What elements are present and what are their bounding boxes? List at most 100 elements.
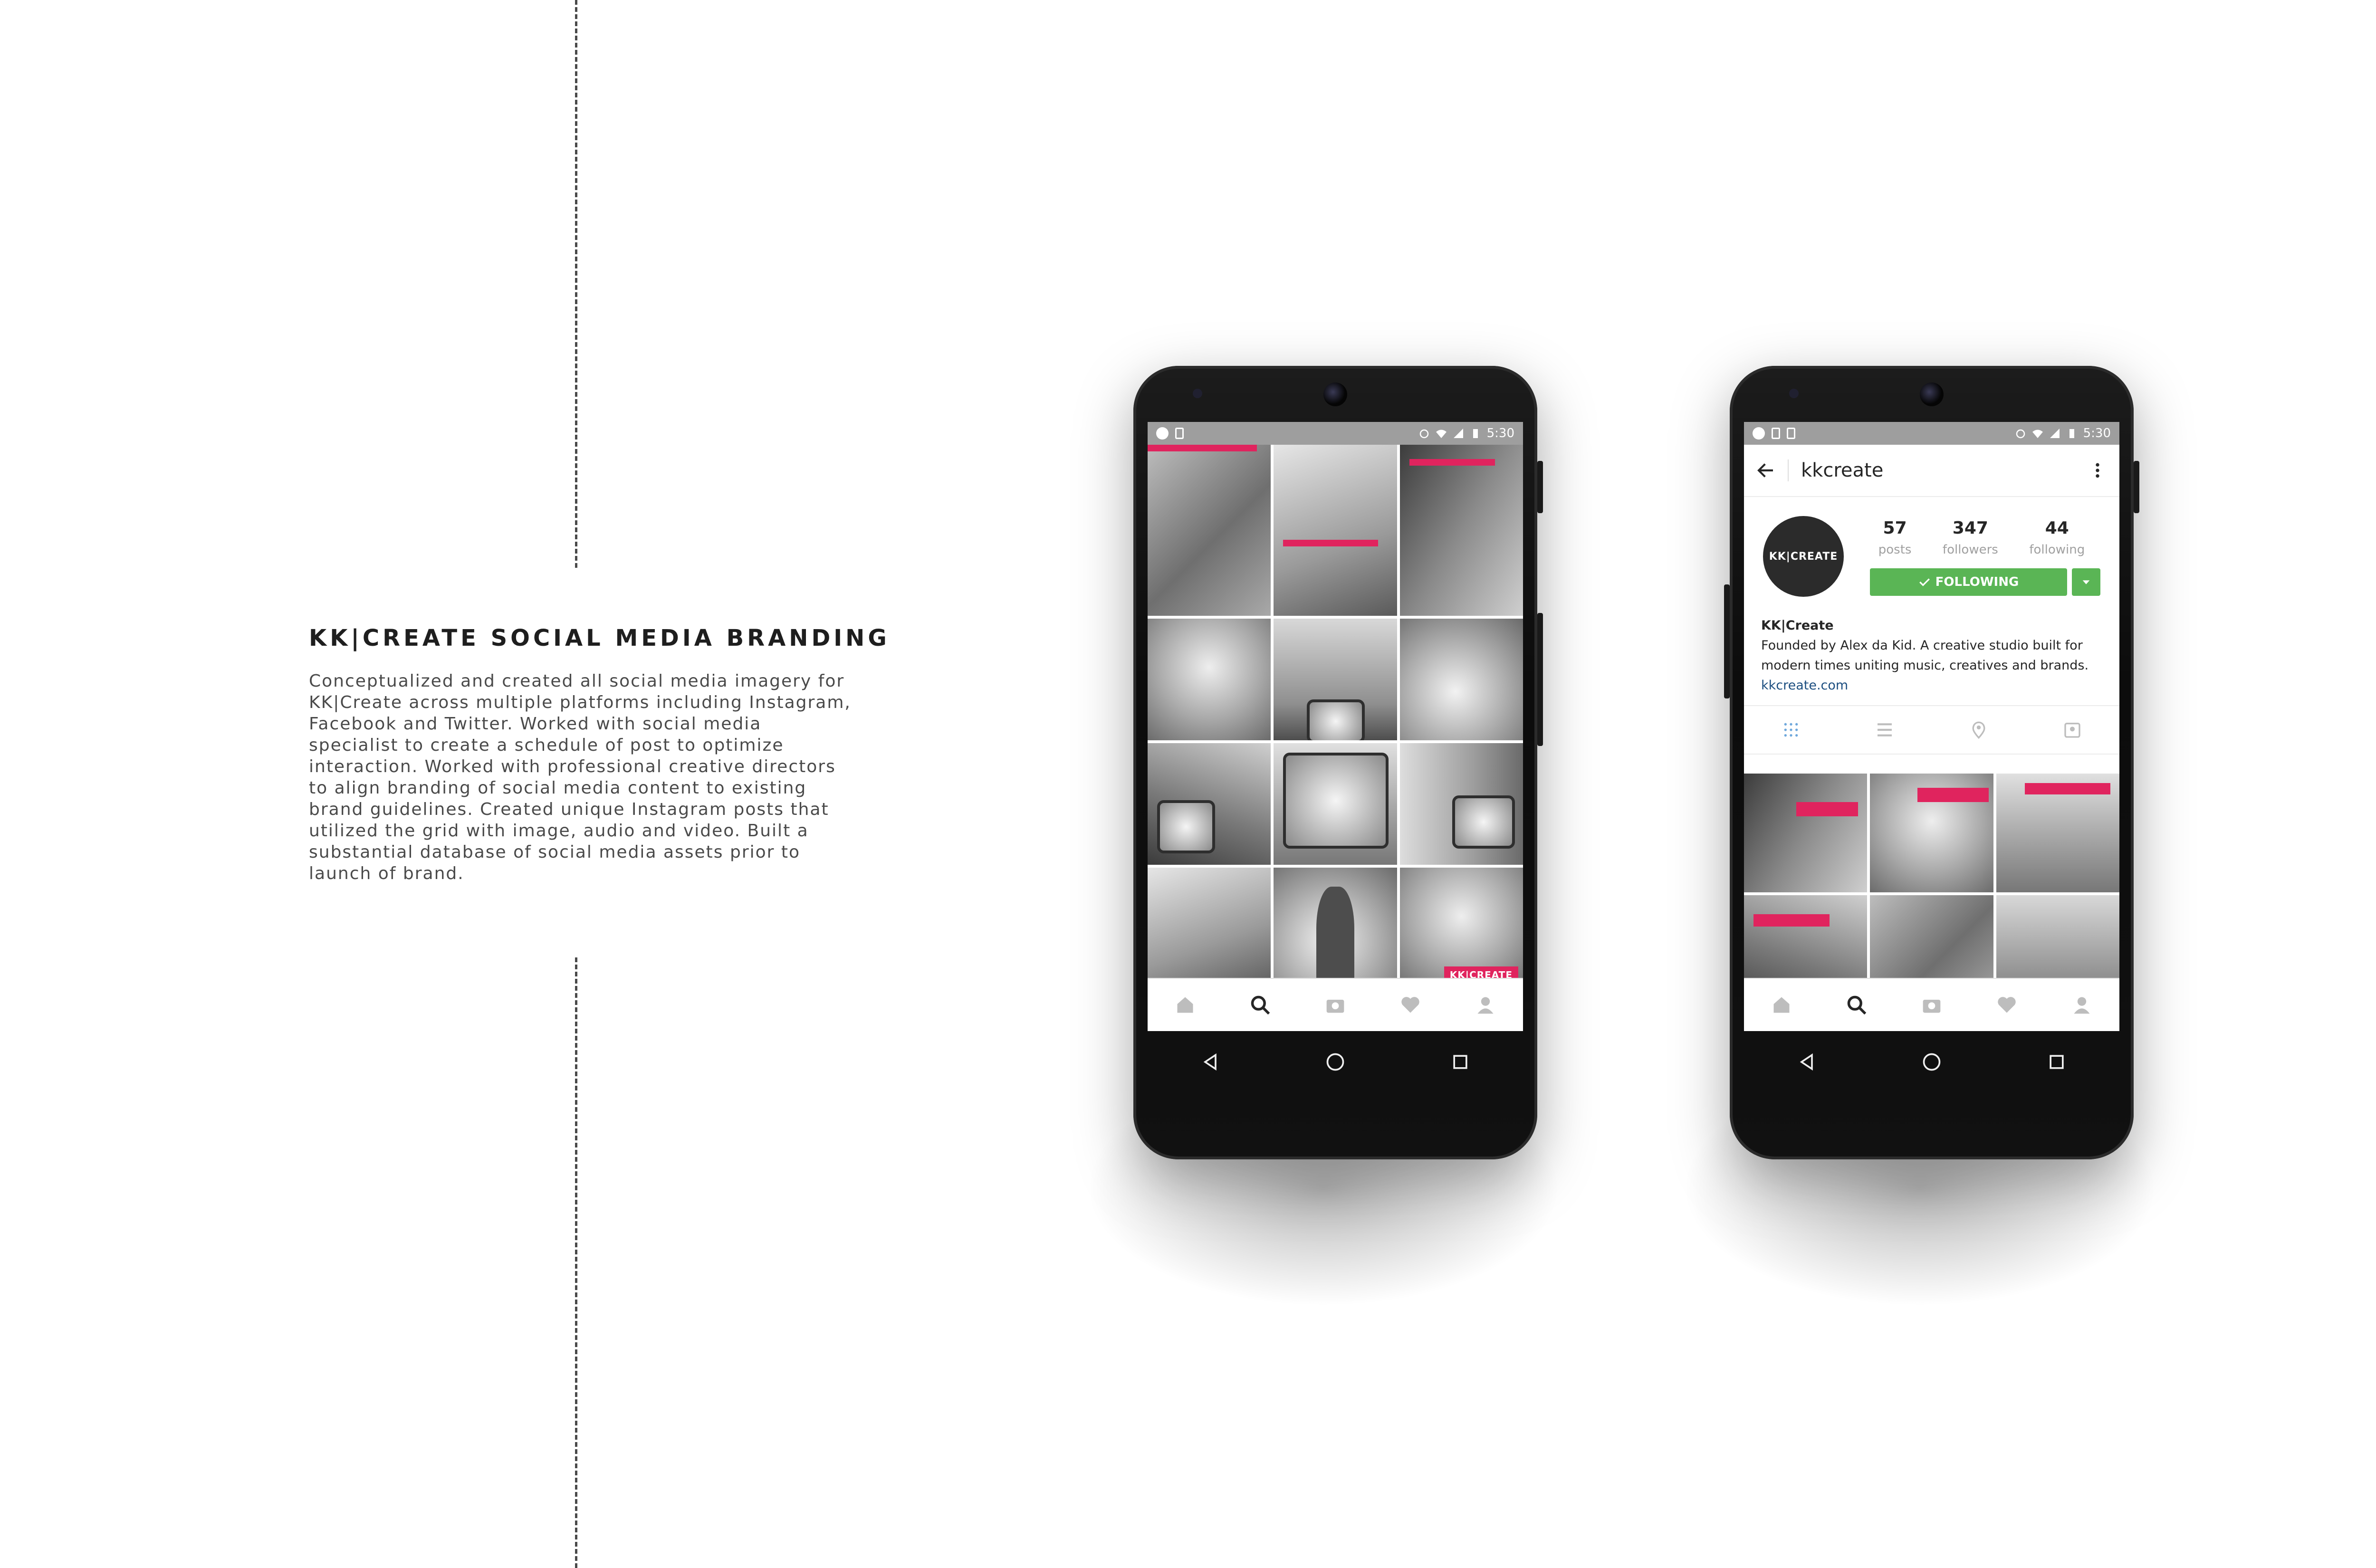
grid-post[interactable] bbox=[1399, 743, 1523, 865]
bio-text: Founded by Alex da Kid. A creative studi… bbox=[1761, 638, 2089, 673]
status-time: 5:30 bbox=[2083, 426, 2111, 440]
home-icon[interactable] bbox=[1767, 991, 1796, 1019]
back-icon[interactable] bbox=[1796, 1052, 1817, 1072]
home-button-icon[interactable] bbox=[1921, 1052, 1942, 1072]
stat-value: 44 bbox=[2045, 518, 2069, 538]
signal-icon bbox=[2050, 429, 2060, 438]
chevron-down-icon bbox=[2082, 580, 2090, 584]
power-button bbox=[1537, 461, 1543, 513]
grid-post[interactable] bbox=[1274, 743, 1397, 865]
stat-label: posts bbox=[1878, 543, 1912, 557]
heart-icon[interactable] bbox=[1993, 991, 2021, 1019]
tv-illustration bbox=[1307, 699, 1365, 740]
grid-post[interactable] bbox=[1148, 619, 1271, 740]
child-figure bbox=[1316, 887, 1355, 989]
list-icon[interactable] bbox=[1875, 720, 1894, 739]
spotify-icon bbox=[1156, 427, 1169, 440]
checkmark-icon bbox=[1919, 578, 1930, 586]
project-description: Conceptualized and created all social me… bbox=[309, 671, 851, 883]
more-options-icon[interactable] bbox=[2088, 461, 2107, 480]
profile-post-grid bbox=[1744, 774, 2119, 1014]
proximity-sensor bbox=[1789, 389, 1799, 398]
back-arrow-icon[interactable] bbox=[1756, 461, 1775, 480]
grid-icon[interactable] bbox=[1782, 720, 1801, 739]
stat-following[interactable]: 44 following bbox=[2029, 518, 2085, 557]
battery-icon bbox=[2069, 429, 2074, 438]
heart-icon[interactable] bbox=[1396, 991, 1425, 1019]
project-title: KK|CREATE SOCIAL MEDIA BRANDING bbox=[309, 625, 890, 651]
tv-illustration bbox=[1283, 753, 1389, 849]
grid-post[interactable] bbox=[1399, 619, 1523, 740]
status-bar: 5:30 bbox=[1744, 422, 2119, 445]
wifi-icon bbox=[1436, 430, 1447, 438]
explore-grid: KK|CREATE bbox=[1148, 445, 1523, 989]
profile-icon[interactable] bbox=[1471, 991, 1500, 1019]
dashed-divider-top bbox=[575, 0, 577, 568]
stat-followers[interactable]: 347 followers bbox=[1943, 518, 1998, 557]
grid-post[interactable]: KK|CREATE bbox=[1399, 868, 1523, 989]
sim-icon bbox=[1787, 428, 1795, 439]
home-button-icon[interactable] bbox=[1325, 1052, 1346, 1072]
explore-screen: 5:30 KK|CREATE bbox=[1148, 422, 1523, 1031]
avatar[interactable]: KK|CREATE bbox=[1763, 516, 1844, 597]
profile-stats: 57 posts 347 followers 44 following bbox=[1863, 518, 2100, 557]
grid-post[interactable] bbox=[1148, 868, 1271, 989]
grid-post[interactable] bbox=[1274, 445, 1397, 616]
profile-app-bar: kkcreate bbox=[1744, 445, 2119, 497]
signal-icon bbox=[1453, 429, 1463, 438]
stat-value: 57 bbox=[1883, 518, 1907, 538]
camera-icon[interactable] bbox=[1917, 991, 1946, 1019]
profile-header: KK|CREATE 57 posts 347 followers 44 foll… bbox=[1744, 497, 2119, 616]
tv-illustration bbox=[1452, 795, 1515, 849]
grid-post[interactable] bbox=[1399, 445, 1523, 616]
sim-icon bbox=[1175, 428, 1184, 439]
bio-name: KK|Create bbox=[1761, 618, 1834, 633]
grid-post[interactable] bbox=[1274, 619, 1397, 740]
alarm-icon bbox=[2016, 429, 2025, 439]
stat-label: followers bbox=[1942, 543, 1998, 557]
recents-icon[interactable] bbox=[2046, 1052, 2067, 1072]
power-button bbox=[2134, 461, 2139, 513]
location-icon[interactable] bbox=[1969, 720, 1988, 739]
front-camera bbox=[1323, 382, 1347, 406]
follow-dropdown-button[interactable] bbox=[2072, 568, 2100, 596]
volume-button bbox=[1724, 584, 1730, 698]
wifi-icon bbox=[2032, 430, 2043, 438]
project-info: KK|CREATE SOCIAL MEDIA BRANDING Conceptu… bbox=[309, 625, 903, 884]
profile-screen: 5:30 kkcreate KK|CREATE 57 posts 347 fol… bbox=[1744, 422, 2119, 1031]
grid-post[interactable] bbox=[1744, 774, 1868, 892]
home-icon[interactable] bbox=[1171, 991, 1199, 1019]
bottom-nav bbox=[1148, 978, 1523, 1031]
search-icon[interactable] bbox=[1246, 991, 1274, 1019]
proximity-sensor bbox=[1193, 389, 1202, 398]
following-button-label: FOLLOWING bbox=[1935, 575, 2019, 589]
grid-post[interactable] bbox=[1274, 868, 1397, 989]
image-icon bbox=[1772, 428, 1780, 439]
bottom-nav bbox=[1744, 978, 2119, 1031]
tagged-icon[interactable] bbox=[2063, 720, 2082, 739]
search-icon[interactable] bbox=[1842, 991, 1871, 1019]
status-bar: 5:30 bbox=[1148, 422, 1523, 445]
phone-explore: 5:30 KK|CREATE bbox=[1133, 366, 1543, 1159]
dashed-divider-bottom bbox=[575, 957, 577, 1568]
stat-posts[interactable]: 57 posts bbox=[1878, 518, 1912, 557]
system-nav bbox=[1148, 1031, 1523, 1093]
camera-icon[interactable] bbox=[1321, 991, 1350, 1019]
bio-link[interactable]: kkcreate.com bbox=[1761, 676, 2102, 696]
grid-post[interactable] bbox=[1148, 445, 1271, 616]
grid-post[interactable] bbox=[1870, 774, 1993, 892]
grid-post[interactable] bbox=[1148, 743, 1271, 865]
back-icon[interactable] bbox=[1200, 1052, 1221, 1072]
following-button[interactable]: FOLLOWING bbox=[1870, 568, 2067, 596]
alarm-icon bbox=[1419, 429, 1428, 439]
stat-label: following bbox=[2029, 543, 2085, 557]
profile-bio: KK|Create Founded by Alex da Kid. A crea… bbox=[1744, 616, 2119, 696]
spotify-icon bbox=[1753, 427, 1765, 440]
recents-icon[interactable] bbox=[1450, 1052, 1471, 1072]
system-nav bbox=[1744, 1031, 2119, 1093]
grid-post[interactable] bbox=[1996, 774, 2119, 892]
phone-profile: 5:30 kkcreate KK|CREATE 57 posts 347 fol… bbox=[1724, 366, 2139, 1159]
profile-username: kkcreate bbox=[1788, 459, 1883, 481]
profile-tabs bbox=[1744, 705, 2119, 755]
profile-icon[interactable] bbox=[2068, 991, 2096, 1019]
